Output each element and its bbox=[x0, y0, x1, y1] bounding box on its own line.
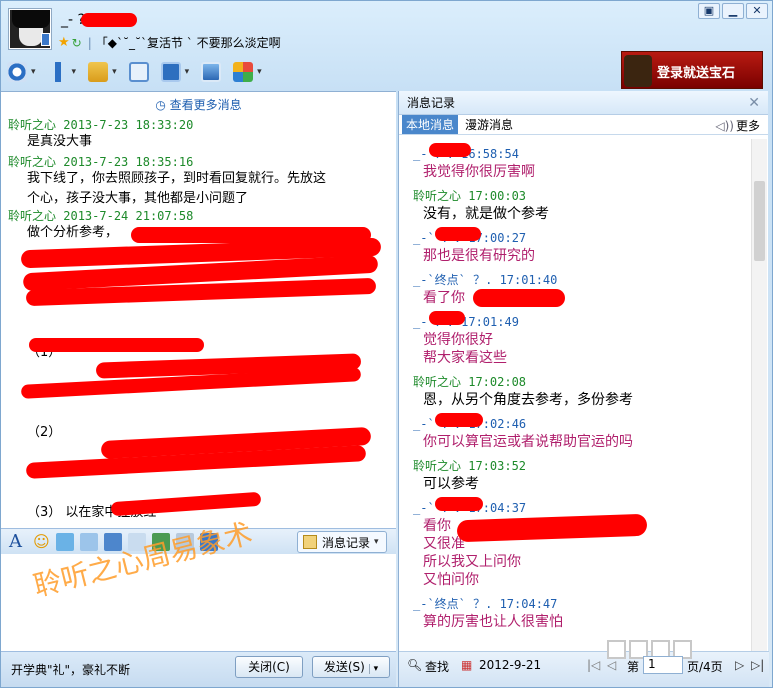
file-button[interactable]: ▾ bbox=[88, 62, 117, 82]
history-header: _-`终点` ？. 17:04:47 bbox=[413, 597, 558, 611]
next-page-icon[interactable]: ▷ bbox=[735, 658, 744, 672]
chevron-down-icon[interactable]: ▾ bbox=[368, 664, 379, 674]
sms-button[interactable] bbox=[128, 62, 149, 82]
message-record-button[interactable]: 消息记录 ▾ bbox=[297, 531, 387, 553]
redaction-mark bbox=[429, 143, 471, 157]
speaker-icon: ◁)) bbox=[715, 118, 734, 133]
bottom-bar: 开学典"礼"，豪礼不断 关闭(C) 发送(S) ▾ bbox=[1, 651, 396, 687]
screen-button[interactable]: ▾ bbox=[160, 62, 189, 82]
remote-button[interactable] bbox=[201, 62, 222, 82]
close-icon[interactable]: ✕ bbox=[748, 91, 760, 115]
apps-button[interactable]: ▾ bbox=[233, 62, 262, 82]
redaction-mark bbox=[435, 413, 483, 427]
history-body: 恩，从另个角度去参考，多份参考 bbox=[423, 392, 633, 408]
redaction-mark bbox=[435, 497, 483, 511]
history-title-bar: 消息记录 ✕ bbox=[399, 91, 768, 115]
remote-icon bbox=[201, 62, 222, 82]
history-body: 算的厉害也让人很害怕 bbox=[423, 614, 563, 630]
history-body: 没有，就是做个参考 bbox=[423, 206, 549, 222]
mobile-icon bbox=[41, 33, 50, 46]
history-body: 我觉得你很厉害啊 bbox=[423, 164, 535, 180]
restore-button[interactable]: ▣ bbox=[698, 3, 720, 19]
history-scrollbar[interactable] bbox=[751, 139, 767, 651]
send-button[interactable]: 发送(S) ▾ bbox=[312, 656, 390, 678]
calendar-icon[interactable]: ▦ bbox=[461, 658, 472, 672]
clock-icon: ◷ bbox=[155, 98, 166, 112]
apps-icon bbox=[233, 62, 254, 82]
history-tabs: 本地消息 漫游消息 ◁)) 更多 bbox=[399, 115, 768, 135]
redaction-mark bbox=[29, 338, 204, 352]
close-button[interactable]: 关闭(C) bbox=[235, 656, 303, 678]
avatar[interactable] bbox=[9, 9, 51, 49]
history-body: 你可以算官运或者说帮助官运的吗 bbox=[423, 434, 633, 450]
video-icon bbox=[7, 62, 27, 82]
redaction-mark bbox=[81, 13, 137, 27]
history-body: 看了你 bbox=[423, 290, 465, 306]
window-controls: ▣ ▁ ✕ bbox=[696, 3, 768, 19]
message-history-panel: 消息记录 ✕ 本地消息 漫游消息 ◁))更多 _- ？. 16:58:54 我觉… bbox=[398, 91, 769, 687]
view-more-link[interactable]: ◷ 查看更多消息 bbox=[1, 96, 396, 113]
history-header: 聆听之心 17:00:03 bbox=[413, 189, 527, 203]
message-body: 是真没大事 bbox=[27, 134, 93, 149]
ad-banner[interactable]: 登录就送宝石 bbox=[621, 51, 763, 89]
search-icon[interactable]: 🔍︎ bbox=[407, 658, 422, 672]
ad-text: 登录就送宝石 bbox=[657, 66, 736, 81]
magic-emoticon-icon[interactable] bbox=[55, 532, 74, 551]
last-page-icon[interactable]: ▷| bbox=[751, 658, 764, 672]
scrollbar-thumb[interactable] bbox=[754, 181, 765, 261]
redaction-mark bbox=[429, 311, 465, 325]
contact-signature: 「◆`˘_˘`复活节 ` 不要那么淡定啊 bbox=[95, 36, 281, 50]
voice-button[interactable]: ▾ bbox=[47, 62, 76, 82]
shake-icon[interactable] bbox=[79, 532, 98, 551]
sms-icon bbox=[128, 62, 149, 82]
history-header: 聆听之心 17:02:08 bbox=[413, 375, 527, 389]
screen-icon bbox=[160, 62, 181, 82]
font-icon[interactable]: A bbox=[9, 531, 27, 552]
video-button[interactable]: ▾ bbox=[7, 62, 36, 82]
status-row: ★ ↻ | 「◆`˘_˘`复活节 ` 不要那么淡定啊 bbox=[58, 35, 281, 50]
star-icon: ★ bbox=[58, 35, 70, 50]
page-input[interactable]: 1 bbox=[643, 656, 683, 674]
record-icon bbox=[303, 535, 317, 549]
first-page-icon[interactable]: |◁ bbox=[587, 658, 600, 672]
redaction-mark bbox=[435, 227, 481, 241]
file-icon bbox=[88, 62, 109, 82]
refresh-icon: ↻ bbox=[71, 35, 82, 50]
message-header: 聆听之心 2013-7-23 18:35:16 bbox=[8, 155, 194, 169]
emoticon-icon[interactable]: ☺ bbox=[33, 532, 50, 551]
voice-icon bbox=[47, 62, 68, 82]
history-header: 聆听之心 17:03:52 bbox=[413, 459, 527, 473]
page-suffix: 页/4页 bbox=[687, 660, 723, 674]
date-label[interactable]: 2012-9-21 bbox=[479, 658, 541, 672]
more-button[interactable]: ◁)) 更多 bbox=[715, 117, 760, 134]
toolbar: ▾ ▾ ▾ ▾ ▾ bbox=[7, 59, 274, 85]
history-footer: 🔍︎ 查找 ▦ 2012-9-21 |◁ ◁ 第 1 页/4页 ▷ ▷| bbox=[399, 640, 769, 687]
history-body: 觉得你很好 帮大家看这些 bbox=[423, 332, 507, 366]
chat-window: ▣ ▁ ✕ _- ?， ★ ↻ | 「◆`˘_˘`复活节 ` 不要那么淡定啊 ▾… bbox=[0, 0, 773, 688]
page-prefix: 第 bbox=[627, 660, 640, 674]
close-window-button[interactable]: ✕ bbox=[746, 3, 768, 19]
prev-page-icon[interactable]: ◁ bbox=[607, 658, 616, 672]
tab-roaming[interactable]: 漫游消息 bbox=[461, 115, 517, 134]
message-header: 聆听之心 2013-7-23 18:33:20 bbox=[8, 118, 194, 132]
history-header: _-`终点` ？. 17:01:40 bbox=[413, 273, 558, 287]
history-title: 消息记录 bbox=[407, 96, 456, 110]
game-character-icon bbox=[624, 55, 652, 87]
redaction-mark bbox=[473, 289, 565, 307]
message-header: 聆听之心 2013-7-24 21:07:58 bbox=[8, 209, 194, 223]
history-list[interactable]: _- ？. 16:58:54 我觉得你很厉害啊 聆听之心 17:00:03 没有… bbox=[399, 139, 751, 651]
message-body: 我下线了，你去照顾孩子，到时看回复就行。先放这 个心，孩子没大事，其他都是小问题了 bbox=[27, 171, 327, 206]
find-button[interactable]: 查找 bbox=[425, 658, 449, 675]
chat-history-pane[interactable]: ◷ 查看更多消息 聆听之心 2013-7-23 18:33:20 是真没大事 聆… bbox=[1, 91, 396, 528]
tab-local[interactable]: 本地消息 bbox=[402, 115, 459, 134]
promo-link[interactable]: 开学典"礼"，豪礼不断 bbox=[11, 661, 130, 678]
history-body: 那也是很有研究的 bbox=[423, 248, 535, 264]
minimize-button[interactable]: ▁ bbox=[722, 3, 744, 19]
history-body: 可以参考 bbox=[423, 476, 479, 492]
